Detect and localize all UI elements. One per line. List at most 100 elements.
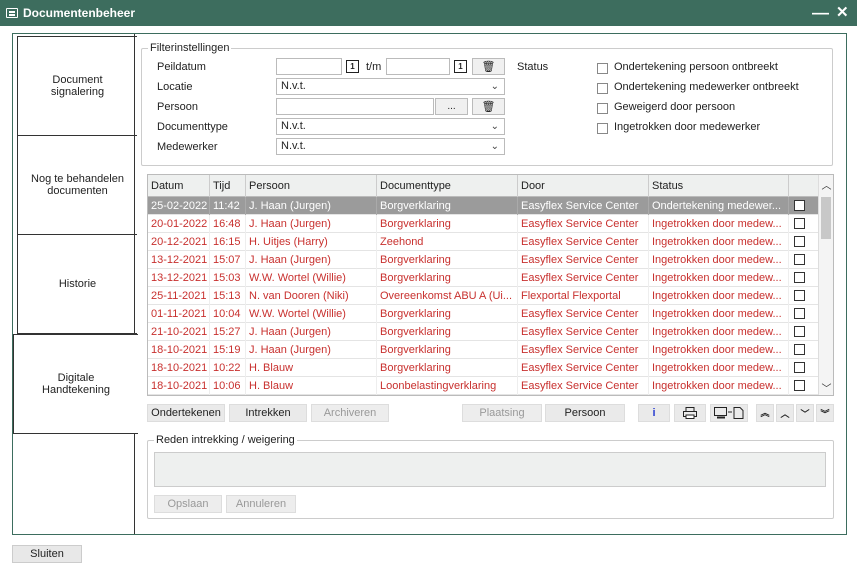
table-cell: 18-10-2021 <box>148 359 210 377</box>
info-icon[interactable]: i <box>638 404 670 422</box>
col-door[interactable]: Door <box>518 175 649 197</box>
scroll-up-icon[interactable]: ︿ <box>819 177 833 192</box>
annuleren-button[interactable]: Annuleren <box>226 495 296 513</box>
table-cell: Borgverklaring <box>377 197 518 215</box>
status-option-label: Ondertekening medewerker ontbreekt <box>614 81 799 93</box>
row-checkbox[interactable] <box>794 290 805 301</box>
window-title: Documentenbeheer <box>23 6 136 20</box>
print-icon[interactable] <box>674 404 706 422</box>
table-cell: W.W. Wortel (Willie) <box>246 269 377 287</box>
row-checkbox[interactable] <box>794 326 805 337</box>
table-cell: Easyflex Service Center <box>518 233 649 251</box>
table-row[interactable]: 21-10-2021 15:27 J. Haan (Jurgen) Borgverkl… <box>148 323 820 341</box>
filter-legend: Filterinstellingen <box>150 42 230 54</box>
plaatsing-button[interactable]: Plaatsing <box>462 404 542 422</box>
export-document-icon[interactable] <box>710 404 748 422</box>
table-cell: Easyflex Service Center <box>518 269 649 287</box>
col-status[interactable]: Status <box>649 175 789 197</box>
row-checkbox[interactable] <box>794 218 805 229</box>
table-cell: Loonbelastingverklaring <box>377 377 518 395</box>
table-row[interactable]: 18-10-2021 10:06 H. Blauw Loonbelastingverk… <box>148 377 820 395</box>
status-checkbox[interactable] <box>597 83 608 94</box>
move-top-icon[interactable]: ︽ <box>756 404 774 422</box>
table-cell: Borgverklaring <box>377 305 518 323</box>
table-row[interactable]: 20-12-2021 16:15 H. Uitjes (Harry) Zeehond E… <box>148 233 820 251</box>
table-cell: Ingetrokken door medew... <box>649 341 789 359</box>
row-checkbox[interactable] <box>794 362 805 373</box>
table-row[interactable]: 18-10-2021 15:19 J. Haan (Jurgen) Borgverkl… <box>148 341 820 359</box>
persoon-input[interactable] <box>276 98 434 115</box>
medewerker-select[interactable]: N.v.t. ⌄ <box>276 138 505 155</box>
tab-digitale-handtekening[interactable]: Digitale Handtekening <box>13 334 138 434</box>
app-icon <box>6 8 18 18</box>
table-row[interactable]: 13-12-2021 15:03 W.W. Wortel (Willie) Borgv… <box>148 269 820 287</box>
row-checkbox[interactable] <box>794 236 805 247</box>
scroll-down-icon[interactable]: ﹀ <box>819 380 833 395</box>
table-row[interactable]: 25-11-2021 15:13 N. van Dooren (Niki) Overe… <box>148 287 820 305</box>
peildatum-from-input[interactable] <box>276 58 342 75</box>
table-cell: 15:13 <box>210 287 246 305</box>
reason-textarea[interactable] <box>154 452 826 487</box>
table-row[interactable]: 20-01-2022 16:48 J. Haan (Jurgen) Borgverkl… <box>148 215 820 233</box>
col-tijd[interactable]: Tijd <box>210 175 246 197</box>
table-cell: Easyflex Service Center <box>518 359 649 377</box>
tab-document-signalering[interactable]: Document signalering <box>17 36 137 136</box>
row-checkbox[interactable] <box>794 200 805 211</box>
table-cell: Easyflex Service Center <box>518 323 649 341</box>
table-cell: Ingetrokken door medew... <box>649 215 789 233</box>
persoon-button[interactable]: Persoon <box>545 404 625 422</box>
row-checkbox[interactable] <box>794 254 805 265</box>
peildatum-to-input[interactable] <box>386 58 450 75</box>
clear-date-button[interactable]: 🗑 <box>472 58 505 75</box>
row-checkbox[interactable] <box>794 308 805 319</box>
move-down-icon[interactable]: ﹀ <box>796 404 814 422</box>
table-cell: 13-12-2021 <box>148 269 210 287</box>
close-button[interactable]: ✕ <box>836 3 849 23</box>
tm-label: t/m <box>366 61 382 73</box>
status-label: Status <box>517 61 549 73</box>
opslaan-button[interactable]: Opslaan <box>154 495 222 513</box>
table-cell: Ingetrokken door medew... <box>649 359 789 377</box>
documenttype-select[interactable]: N.v.t. ⌄ <box>276 118 505 135</box>
table-cell: Borgverklaring <box>377 269 518 287</box>
intrekken-button[interactable]: Intrekken <box>229 404 307 422</box>
clear-persoon-button[interactable]: 🗑 <box>472 98 505 115</box>
locatie-select[interactable]: N.v.t. ⌄ <box>276 78 505 95</box>
calendar-icon[interactable]: 1 <box>454 60 467 73</box>
table-scrollbar[interactable]: ︿ ﹀ <box>818 175 833 395</box>
status-checkbox[interactable] <box>597 103 608 114</box>
move-up-icon[interactable]: ︿ <box>776 404 794 422</box>
table-row[interactable]: 01-11-2021 10:04 W.W. Wortel (Willie) Borgv… <box>148 305 820 323</box>
tab-historie[interactable]: Historie <box>17 234 137 334</box>
table-row[interactable]: 18-10-2021 10:22 H. Blauw Borgverklaring Eas… <box>148 359 820 377</box>
scroll-thumb[interactable] <box>821 197 831 239</box>
table-row[interactable]: 13-12-2021 15:07 J. Haan (Jurgen) Borgverkl… <box>148 251 820 269</box>
table-row[interactable]: 25-02-2022 11:42 J. Haan (Jurgen) Borgverkl… <box>148 197 820 215</box>
row-checkbox[interactable] <box>794 272 805 283</box>
move-bottom-icon[interactable]: ︾ <box>816 404 834 422</box>
table-cell: 11:42 <box>210 197 246 215</box>
table-cell: Easyflex Service Center <box>518 305 649 323</box>
minimize-button[interactable]: — <box>812 3 829 23</box>
persoon-label: Persoon <box>157 101 198 113</box>
table-cell: 10:06 <box>210 377 246 395</box>
table-cell: 15:27 <box>210 323 246 341</box>
persoon-browse-button[interactable]: ... <box>435 98 468 115</box>
table-cell: Borgverklaring <box>377 251 518 269</box>
status-checkbox[interactable] <box>597 123 608 134</box>
table-cell: 16:15 <box>210 233 246 251</box>
sluiten-button[interactable]: Sluiten <box>12 545 82 563</box>
calendar-icon[interactable]: 1 <box>346 60 359 73</box>
table-cell: 20-12-2021 <box>148 233 210 251</box>
col-persoon[interactable]: Persoon <box>246 175 377 197</box>
row-checkbox[interactable] <box>794 344 805 355</box>
col-documenttype[interactable]: Documenttype <box>377 175 518 197</box>
status-checkbox[interactable] <box>597 63 608 74</box>
row-checkbox[interactable] <box>794 380 805 391</box>
content-area: Filterinstellingen Peildatum 1 t/m 1 🗑 L… <box>134 34 846 534</box>
tab-nog-te-behandelen[interactable]: Nog te behandelen documenten <box>17 135 137 235</box>
table-cell: Borgverklaring <box>377 215 518 233</box>
col-datum[interactable]: Datum <box>148 175 210 197</box>
ondertekenen-button[interactable]: Ondertekenen <box>147 404 225 422</box>
archiveren-button[interactable]: Archiveren <box>311 404 389 422</box>
